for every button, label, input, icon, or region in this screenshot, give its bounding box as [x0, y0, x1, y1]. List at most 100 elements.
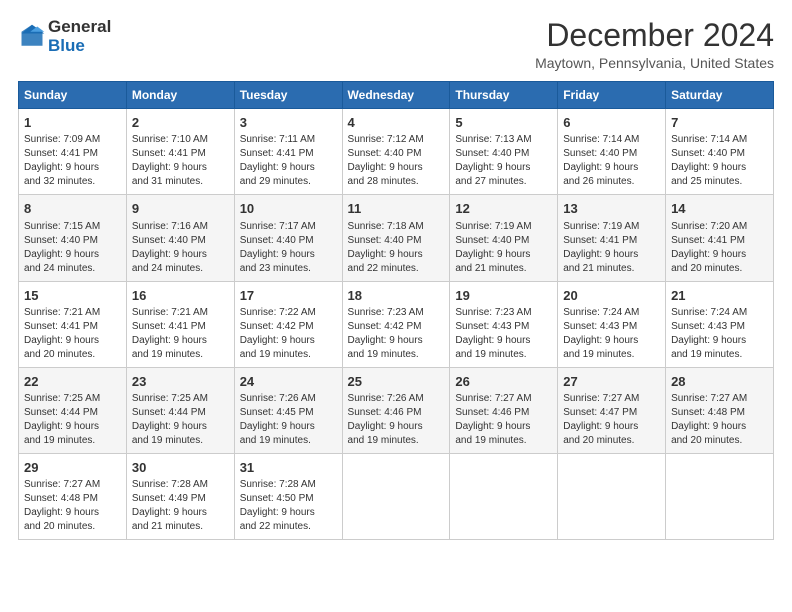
day-info: Daylight: 9 hours: [563, 335, 638, 346]
day-info: Sunset: 4:41 PM: [240, 148, 314, 159]
day-info: and 20 minutes.: [24, 349, 95, 360]
day-info: and 21 minutes.: [455, 263, 526, 274]
day-info: Sunrise: 7:10 AM: [132, 134, 208, 145]
day-info: Sunrise: 7:20 AM: [671, 221, 747, 232]
calendar-cell: 2Sunrise: 7:10 AM Sunset: 4:41 PM Daylig…: [126, 109, 234, 195]
calendar-cell: 4Sunrise: 7:12 AM Sunset: 4:40 PM Daylig…: [342, 109, 450, 195]
day-info: Sunrise: 7:23 AM: [348, 307, 424, 318]
subtitle: Maytown, Pennsylvania, United States: [535, 55, 774, 71]
day-info: Sunrise: 7:19 AM: [455, 221, 531, 232]
day-number: 21: [671, 287, 768, 305]
calendar-cell: 9Sunrise: 7:16 AM Sunset: 4:40 PM Daylig…: [126, 195, 234, 281]
calendar-cell: [342, 453, 450, 539]
day-info: and 19 minutes.: [240, 435, 311, 446]
day-info: Daylight: 9 hours: [132, 421, 207, 432]
day-info: Daylight: 9 hours: [671, 335, 746, 346]
day-info: and 20 minutes.: [671, 263, 742, 274]
day-info: Daylight: 9 hours: [563, 249, 638, 260]
calendar-cell: 7Sunrise: 7:14 AM Sunset: 4:40 PM Daylig…: [666, 109, 774, 195]
weekday-header-tuesday: Tuesday: [234, 82, 342, 109]
day-info: Sunrise: 7:25 AM: [132, 393, 208, 404]
logo: General Blue: [18, 18, 111, 55]
calendar-cell: 17Sunrise: 7:22 AM Sunset: 4:42 PM Dayli…: [234, 281, 342, 367]
weekday-header-sunday: Sunday: [19, 82, 127, 109]
day-info: Daylight: 9 hours: [24, 335, 99, 346]
day-number: 27: [563, 373, 660, 391]
calendar-week-2: 15Sunrise: 7:21 AM Sunset: 4:41 PM Dayli…: [19, 281, 774, 367]
day-info: Sunrise: 7:24 AM: [671, 307, 747, 318]
day-info: and 28 minutes.: [348, 176, 419, 187]
calendar-cell: 1Sunrise: 7:09 AM Sunset: 4:41 PM Daylig…: [19, 109, 127, 195]
calendar-cell: 28Sunrise: 7:27 AM Sunset: 4:48 PM Dayli…: [666, 367, 774, 453]
calendar-table: SundayMondayTuesdayWednesdayThursdayFrid…: [18, 81, 774, 540]
day-info: Daylight: 9 hours: [455, 335, 530, 346]
weekday-header-thursday: Thursday: [450, 82, 558, 109]
day-info: and 19 minutes.: [24, 435, 95, 446]
day-info: Daylight: 9 hours: [24, 507, 99, 518]
calendar-cell: 26Sunrise: 7:27 AM Sunset: 4:46 PM Dayli…: [450, 367, 558, 453]
day-number: 30: [132, 459, 229, 477]
calendar-week-0: 1Sunrise: 7:09 AM Sunset: 4:41 PM Daylig…: [19, 109, 774, 195]
day-info: and 19 minutes.: [455, 435, 526, 446]
day-number: 6: [563, 114, 660, 132]
day-info: Sunset: 4:42 PM: [240, 321, 314, 332]
calendar-cell: 27Sunrise: 7:27 AM Sunset: 4:47 PM Dayli…: [558, 367, 666, 453]
day-info: Sunrise: 7:11 AM: [240, 134, 315, 145]
day-info: Sunset: 4:41 PM: [563, 235, 637, 246]
day-info: Sunset: 4:40 PM: [348, 235, 422, 246]
day-number: 23: [132, 373, 229, 391]
day-info: Daylight: 9 hours: [563, 162, 638, 173]
day-info: Daylight: 9 hours: [240, 421, 315, 432]
calendar-cell: 3Sunrise: 7:11 AM Sunset: 4:41 PM Daylig…: [234, 109, 342, 195]
day-info: Daylight: 9 hours: [455, 421, 530, 432]
day-number: 29: [24, 459, 121, 477]
day-info: and 19 minutes.: [348, 435, 419, 446]
day-number: 17: [240, 287, 337, 305]
day-info: Sunset: 4:46 PM: [348, 407, 422, 418]
day-info: Sunrise: 7:18 AM: [348, 221, 424, 232]
day-info: Daylight: 9 hours: [132, 335, 207, 346]
day-info: Sunset: 4:41 PM: [671, 235, 745, 246]
day-number: 3: [240, 114, 337, 132]
day-info: Sunset: 4:43 PM: [455, 321, 529, 332]
day-info: Sunrise: 7:13 AM: [455, 134, 531, 145]
day-info: Daylight: 9 hours: [24, 421, 99, 432]
day-info: and 31 minutes.: [132, 176, 203, 187]
day-info: Sunset: 4:50 PM: [240, 493, 314, 504]
day-info: and 21 minutes.: [132, 521, 203, 532]
day-info: Sunrise: 7:12 AM: [348, 134, 424, 145]
day-info: Sunset: 4:41 PM: [132, 148, 206, 159]
day-info: and 19 minutes.: [240, 349, 311, 360]
day-info: Sunset: 4:40 PM: [348, 148, 422, 159]
calendar-week-4: 29Sunrise: 7:27 AM Sunset: 4:48 PM Dayli…: [19, 453, 774, 539]
day-info: Sunset: 4:40 PM: [563, 148, 637, 159]
logo-icon: [18, 23, 46, 51]
day-info: Sunrise: 7:27 AM: [455, 393, 531, 404]
day-info: Sunrise: 7:28 AM: [240, 479, 316, 490]
day-number: 19: [455, 287, 552, 305]
main-title: December 2024: [535, 18, 774, 53]
day-info: Sunrise: 7:15 AM: [24, 221, 100, 232]
day-info: Sunrise: 7:09 AM: [24, 134, 100, 145]
day-info: and 20 minutes.: [24, 521, 95, 532]
day-info: and 27 minutes.: [455, 176, 526, 187]
day-info: and 19 minutes.: [132, 435, 203, 446]
day-info: Daylight: 9 hours: [348, 249, 423, 260]
day-info: Sunrise: 7:24 AM: [563, 307, 639, 318]
day-number: 22: [24, 373, 121, 391]
day-info: Sunset: 4:43 PM: [671, 321, 745, 332]
day-info: Sunrise: 7:17 AM: [240, 221, 316, 232]
day-info: Sunset: 4:40 PM: [240, 235, 314, 246]
logo-general-text: General: [48, 17, 111, 36]
day-info: and 19 minutes.: [348, 349, 419, 360]
calendar-cell: 14Sunrise: 7:20 AM Sunset: 4:41 PM Dayli…: [666, 195, 774, 281]
day-info: Daylight: 9 hours: [455, 162, 530, 173]
day-info: Sunset: 4:41 PM: [24, 148, 98, 159]
day-info: Sunrise: 7:21 AM: [132, 307, 208, 318]
day-info: and 19 minutes.: [671, 349, 742, 360]
day-info: Daylight: 9 hours: [24, 162, 99, 173]
day-info: Sunrise: 7:23 AM: [455, 307, 531, 318]
weekday-row: SundayMondayTuesdayWednesdayThursdayFrid…: [19, 82, 774, 109]
weekday-header-friday: Friday: [558, 82, 666, 109]
calendar-cell: 18Sunrise: 7:23 AM Sunset: 4:42 PM Dayli…: [342, 281, 450, 367]
